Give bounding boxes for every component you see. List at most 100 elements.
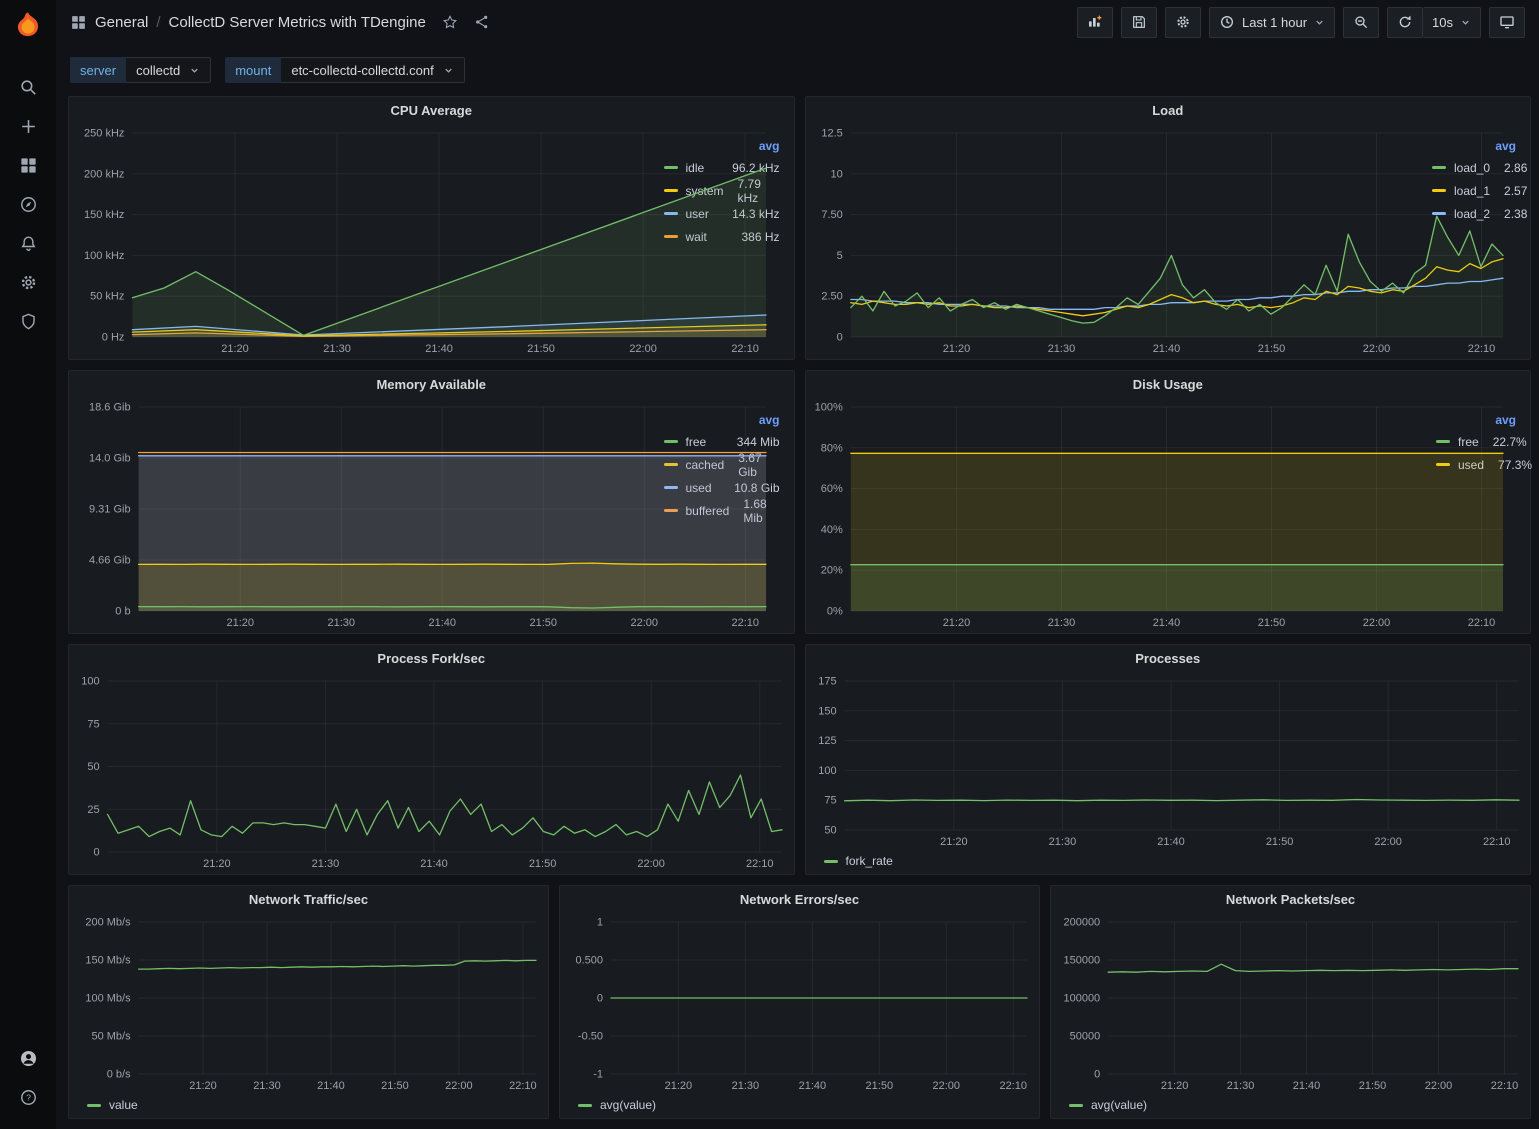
time-series-chart[interactable]: 025507510021:2021:3021:4021:5022:0022:10 <box>73 673 790 872</box>
sidebar-item-dashboards[interactable] <box>6 146 50 185</box>
save-dashboard-button[interactable] <box>1121 7 1157 38</box>
sidebar-item-search[interactable] <box>6 68 50 107</box>
svg-text:22:10: 22:10 <box>732 617 760 629</box>
time-series-chart[interactable]: 02.5057.501012.521:2021:3021:4021:5022:0… <box>810 125 1427 357</box>
zoom-out-icon <box>1353 14 1369 30</box>
svg-text:50000: 50000 <box>1070 1031 1101 1043</box>
dashboard-grid: CPU Average 0 Hz50 kHz100 kHz150 kHz200 … <box>56 96 1539 1129</box>
svg-text:-1: -1 <box>593 1069 603 1081</box>
svg-text:0 b/s: 0 b/s <box>107 1069 131 1081</box>
panel-network-packets: Network Packets/sec 05000010000015000020… <box>1050 885 1531 1119</box>
svg-text:22:00: 22:00 <box>629 343 657 355</box>
panel-title[interactable]: Process Fork/sec <box>69 645 794 673</box>
sidebar-item-configuration[interactable] <box>6 263 50 302</box>
svg-text:40%: 40% <box>820 524 842 536</box>
legend-series-fork_rate[interactable]: fork_rate <box>810 850 1527 872</box>
breadcrumb-folder[interactable]: General <box>95 14 148 31</box>
svg-text:80%: 80% <box>820 442 842 454</box>
time-series-chart[interactable]: 0%20%40%60%80%100%21:2021:3021:4021:5022… <box>810 399 1431 631</box>
sidebar-item-explore[interactable] <box>6 185 50 224</box>
chevron-down-icon <box>443 65 454 76</box>
svg-text:21:50: 21:50 <box>381 1080 409 1092</box>
variable-server-dropdown[interactable]: collectd <box>126 57 211 83</box>
legend-series-avg(value)[interactable]: avg(value) <box>1055 1094 1526 1116</box>
svg-text:21:40: 21:40 <box>420 858 448 870</box>
svg-text:21:30: 21:30 <box>323 343 351 355</box>
svg-text:20%: 20% <box>820 565 842 577</box>
svg-text:9.31 Gib: 9.31 Gib <box>89 504 131 516</box>
refresh-button[interactable] <box>1387 7 1423 38</box>
svg-text:22:10: 22:10 <box>1000 1080 1028 1092</box>
grafana-logo[interactable] <box>12 10 44 42</box>
time-series-chart[interactable]: 0 b4.66 Gib9.31 Gib14.0 Gib18.6 Gib21:20… <box>73 399 658 631</box>
svg-text:21:50: 21:50 <box>1359 1080 1387 1092</box>
svg-text:75: 75 <box>87 718 99 730</box>
time-range-picker[interactable]: Last 1 hour <box>1209 7 1335 38</box>
panel-process-fork: Process Fork/sec 025507510021:2021:3021:… <box>68 644 795 875</box>
svg-text:22:10: 22:10 <box>746 858 774 870</box>
panel-disk-usage: Disk Usage 0%20%40%60%80%100%21:2021:302… <box>805 370 1532 634</box>
variable-mount: mount etc-collectd-collectd.conf <box>225 57 464 83</box>
panel-title[interactable]: Network Traffic/sec <box>69 886 548 914</box>
time-series-chart[interactable]: 507510012515017521:2021:3021:4021:5022:0… <box>810 673 1527 850</box>
svg-text:22:00: 22:00 <box>933 1080 961 1092</box>
add-panel-button[interactable] <box>1077 7 1113 38</box>
panel-title[interactable]: Memory Available <box>69 371 794 399</box>
svg-text:200 Mb/s: 200 Mb/s <box>85 917 131 929</box>
svg-text:150 Mb/s: 150 Mb/s <box>85 955 131 967</box>
svg-text:2.50: 2.50 <box>821 291 842 303</box>
svg-text:50: 50 <box>824 825 836 837</box>
refresh-interval-picker[interactable]: 10s <box>1423 7 1481 38</box>
svg-text:150000: 150000 <box>1063 955 1100 967</box>
svg-text:21:50: 21:50 <box>530 617 558 629</box>
svg-text:7.50: 7.50 <box>821 209 842 221</box>
sidebar-item-alerting[interactable] <box>6 224 50 263</box>
panel-title[interactable]: Network Packets/sec <box>1051 886 1530 914</box>
time-series-chart[interactable]: 05000010000015000020000021:2021:3021:402… <box>1055 914 1526 1094</box>
variable-server: server collectd <box>70 57 211 83</box>
svg-text:5: 5 <box>836 250 842 262</box>
dashboard-variables: server collectd mount etc-collectd-colle… <box>56 44 1539 96</box>
svg-text:21:30: 21:30 <box>327 617 355 629</box>
svg-text:22:10: 22:10 <box>1467 343 1495 355</box>
svg-text:21:20: 21:20 <box>1161 1080 1189 1092</box>
zoom-out-button[interactable] <box>1343 7 1379 38</box>
svg-text:75: 75 <box>824 795 836 807</box>
legend-series-value[interactable]: value <box>73 1094 544 1116</box>
sidebar-item-profile[interactable] <box>6 1039 50 1078</box>
variable-mount-dropdown[interactable]: etc-collectd-collectd.conf <box>281 57 464 83</box>
svg-text:0%: 0% <box>826 606 842 618</box>
dashboard-settings-button[interactable] <box>1165 7 1201 38</box>
svg-text:100%: 100% <box>814 402 842 414</box>
panel-title[interactable]: Load <box>806 97 1531 125</box>
dashboard-grid-icon <box>70 14 87 31</box>
sidebar-item-help[interactable]: ? <box>6 1078 50 1117</box>
panel-title[interactable]: Disk Usage <box>806 371 1531 399</box>
variable-mount-label: mount <box>225 57 281 83</box>
svg-text:21:50: 21:50 <box>1257 617 1285 629</box>
svg-text:50 Mb/s: 50 Mb/s <box>91 1031 131 1043</box>
svg-text:50 kHz: 50 kHz <box>90 291 124 303</box>
breadcrumb-title[interactable]: CollectD Server Metrics with TDengine <box>169 14 426 31</box>
svg-text:60%: 60% <box>820 483 842 495</box>
legend-series-avg(value)[interactable]: avg(value) <box>564 1094 1035 1116</box>
bell-icon <box>19 234 38 253</box>
svg-text:21:50: 21:50 <box>866 1080 894 1092</box>
breadcrumb: General / CollectD Server Metrics with T… <box>70 14 490 31</box>
time-series-chart[interactable]: 0 b/s50 Mb/s100 Mb/s150 Mb/s200 Mb/s21:2… <box>73 914 544 1094</box>
share-icon[interactable] <box>474 14 490 30</box>
svg-text:22:00: 22:00 <box>1425 1080 1453 1092</box>
panel-title[interactable]: Network Errors/sec <box>560 886 1039 914</box>
star-icon[interactable] <box>442 14 458 30</box>
svg-text:0: 0 <box>93 847 99 859</box>
panel-load: Load 02.5057.501012.521:2021:3021:4021:5… <box>805 96 1532 360</box>
sidebar-item-server-admin[interactable] <box>6 302 50 341</box>
panel-title[interactable]: Processes <box>806 645 1531 673</box>
time-series-chart[interactable]: 0 Hz50 kHz100 kHz150 kHz200 kHz250 kHz21… <box>73 125 658 357</box>
sidebar-item-create[interactable] <box>6 107 50 146</box>
series-color-icon <box>824 860 838 863</box>
panel-title[interactable]: CPU Average <box>69 97 794 125</box>
tv-mode-button[interactable] <box>1489 7 1525 38</box>
time-series-chart[interactable]: -1-0.5000.500121:2021:3021:4021:5022:002… <box>564 914 1035 1094</box>
svg-text:21:20: 21:20 <box>942 343 970 355</box>
